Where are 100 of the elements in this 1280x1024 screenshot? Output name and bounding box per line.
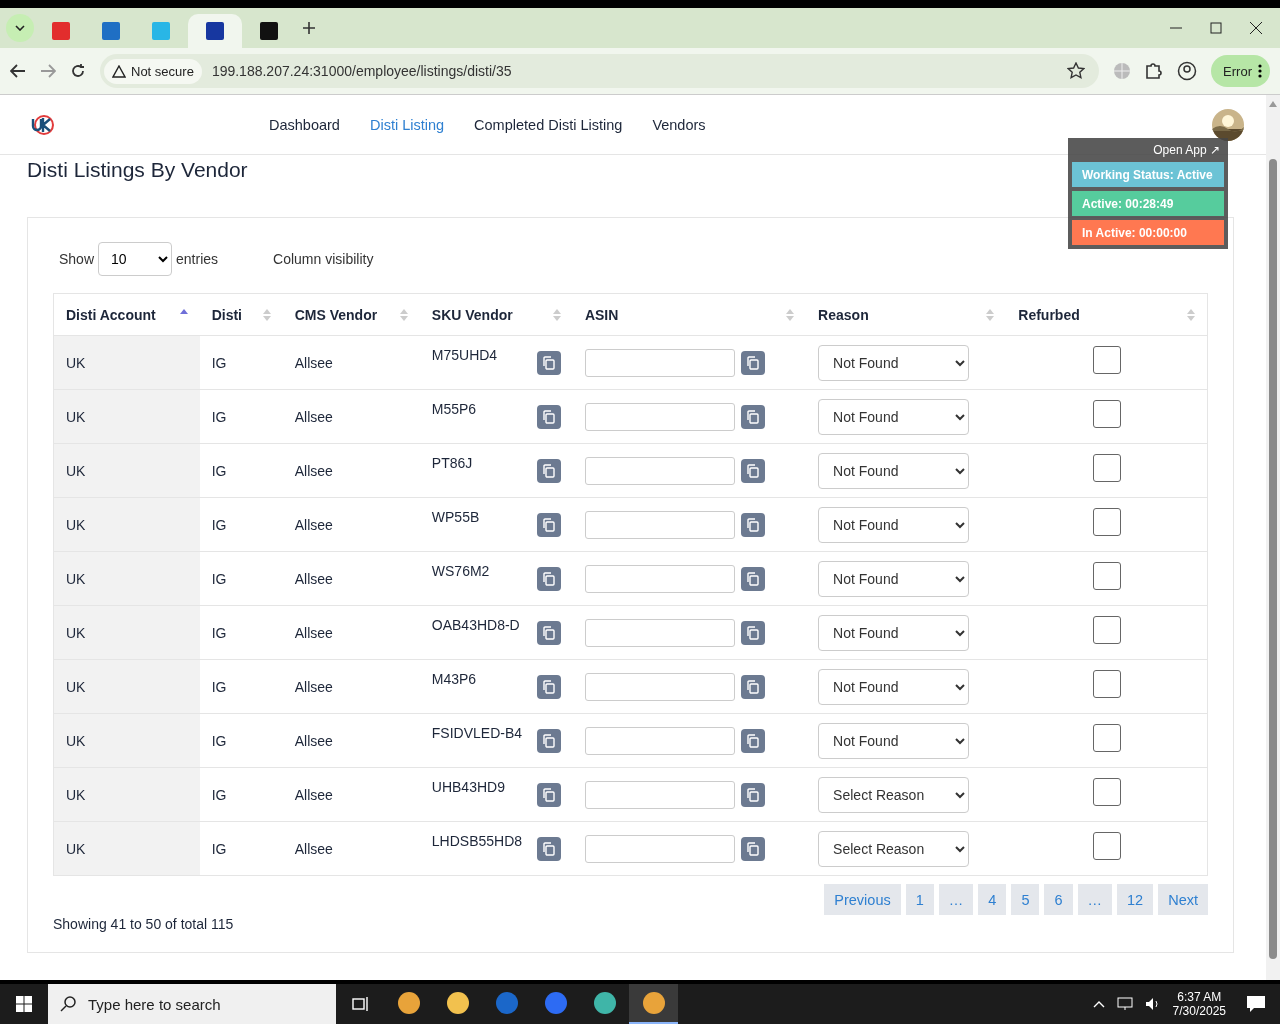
network-icon[interactable] [1116, 997, 1133, 1011]
asin-field[interactable] [584, 726, 735, 755]
column-header[interactable]: ASIN [584, 306, 619, 323]
open-app-link[interactable]: Open App ↗ [1149, 142, 1224, 158]
profile-icon[interactable] [1177, 61, 1198, 81]
clock-date[interactable]: 7/30/2025 [1172, 1004, 1226, 1018]
copy-button[interactable] [536, 782, 561, 807]
tab-search-button[interactable] [6, 14, 34, 42]
table-cell: IG [211, 570, 227, 587]
show-label: Show [59, 251, 95, 267]
copy-button[interactable] [740, 728, 765, 753]
copy-button[interactable] [536, 404, 561, 429]
nav-link[interactable]: Vendors [652, 116, 706, 133]
plus-icon[interactable] [302, 21, 316, 35]
column-header[interactable]: Disti Account [66, 306, 156, 323]
copy-button[interactable] [536, 350, 561, 375]
refurbed-checkbox[interactable] [1092, 777, 1121, 806]
scroll-up-icon[interactable] [1269, 101, 1277, 107]
copy-button[interactable] [740, 566, 765, 591]
reason-select[interactable]: Not Found [818, 344, 970, 381]
copy-button[interactable] [536, 728, 561, 753]
asin-field[interactable] [584, 402, 735, 431]
reason-select[interactable]: Not Found [818, 506, 970, 543]
nav-link[interactable]: Disti Listing [369, 116, 445, 133]
logo-icon[interactable] [30, 113, 56, 136]
refurbed-checkbox[interactable] [1092, 723, 1121, 752]
asin-field[interactable] [584, 348, 735, 377]
refurbed-checkbox[interactable] [1092, 345, 1121, 374]
back-icon[interactable] [10, 64, 26, 78]
copy-button[interactable] [536, 458, 561, 483]
refurbed-checkbox[interactable] [1092, 507, 1121, 536]
copy-button[interactable] [740, 782, 765, 807]
profile-error-button[interactable]: Error [1211, 55, 1270, 87]
taskbar-search-field[interactable]: Type here to search [48, 984, 336, 1024]
asin-field[interactable] [584, 780, 735, 809]
asin-field[interactable] [584, 672, 735, 701]
nav-link[interactable]: Dashboard [269, 116, 340, 133]
reason-select[interactable]: Not Found [818, 560, 970, 597]
reload-icon[interactable] [70, 63, 86, 79]
speaker-icon[interactable] [1144, 997, 1161, 1011]
copy-button[interactable] [536, 566, 561, 591]
square-icon [152, 22, 170, 40]
copy-icon [745, 679, 760, 694]
column-visibility-button[interactable]: Column visibility [267, 250, 380, 268]
puzzle-icon[interactable] [1145, 62, 1164, 80]
maximize-icon[interactable] [1210, 22, 1222, 34]
asin-field[interactable] [584, 456, 735, 485]
copy-button[interactable] [740, 836, 765, 861]
refurbed-checkbox[interactable] [1092, 831, 1121, 860]
security-chip[interactable]: Not secure [104, 58, 202, 84]
asin-field[interactable] [584, 564, 735, 593]
copy-button[interactable] [740, 512, 765, 537]
reason-select[interactable]: Select Reason [818, 776, 970, 813]
taskbar-app[interactable] [629, 984, 678, 1024]
copy-button[interactable] [536, 836, 561, 861]
column-header[interactable]: Reason [818, 306, 869, 323]
column-header[interactable]: CMS Vendor [294, 306, 378, 323]
reason-select[interactable]: Not Found [818, 668, 970, 705]
nav-link[interactable]: Completed Disti Listing [474, 116, 623, 133]
copy-button[interactable] [740, 350, 765, 375]
column-header[interactable]: SKU Vendor [431, 306, 513, 323]
asin-field[interactable] [584, 834, 735, 863]
address-field[interactable]: 199.188.207.24:31000/employee/listings/disti/35 [211, 63, 1058, 79]
reason-select[interactable]: Not Found [818, 722, 970, 759]
copy-button[interactable] [740, 674, 765, 699]
page-size-select[interactable]: 10 [98, 242, 173, 276]
refurbed-checkbox[interactable] [1092, 399, 1121, 428]
windows-icon[interactable] [16, 996, 32, 1012]
notification-icon[interactable] [1246, 995, 1266, 1013]
column-header[interactable]: Disti [211, 306, 242, 323]
task-view-icon[interactable] [352, 996, 370, 1012]
reason-select[interactable]: Not Found [818, 614, 970, 651]
copy-button[interactable] [536, 674, 561, 699]
close-icon[interactable] [1250, 22, 1262, 34]
copy-icon [541, 463, 556, 478]
square-icon [206, 22, 224, 40]
copy-button[interactable] [740, 458, 765, 483]
copy-button[interactable] [536, 512, 561, 537]
asin-field[interactable] [584, 510, 735, 539]
copy-icon [745, 733, 760, 748]
asin-field[interactable] [584, 618, 735, 647]
refurbed-checkbox[interactable] [1092, 615, 1121, 644]
column-header[interactable]: Refurbed [1018, 306, 1080, 323]
refurbed-checkbox[interactable] [1092, 453, 1121, 482]
copy-icon [745, 409, 760, 424]
copy-button[interactable] [740, 404, 765, 429]
star-icon[interactable] [1067, 62, 1086, 80]
copy-button[interactable] [536, 620, 561, 645]
reason-select[interactable]: Not Found [818, 452, 970, 489]
forward-icon[interactable] [40, 64, 56, 78]
copy-button[interactable] [740, 620, 765, 645]
refurbed-checkbox[interactable] [1092, 561, 1121, 590]
clock-time[interactable]: 6:37 AM [1177, 990, 1222, 1004]
reason-select[interactable]: Not Found [818, 398, 970, 435]
chevron-up-icon[interactable] [1092, 1000, 1105, 1008]
table-cell: UK [66, 354, 86, 371]
browser-tab[interactable] [188, 14, 242, 48]
scrollbar-thumb[interactable] [1269, 159, 1277, 959]
reason-select[interactable]: Select Reason [818, 830, 970, 867]
refurbed-checkbox[interactable] [1092, 669, 1121, 698]
